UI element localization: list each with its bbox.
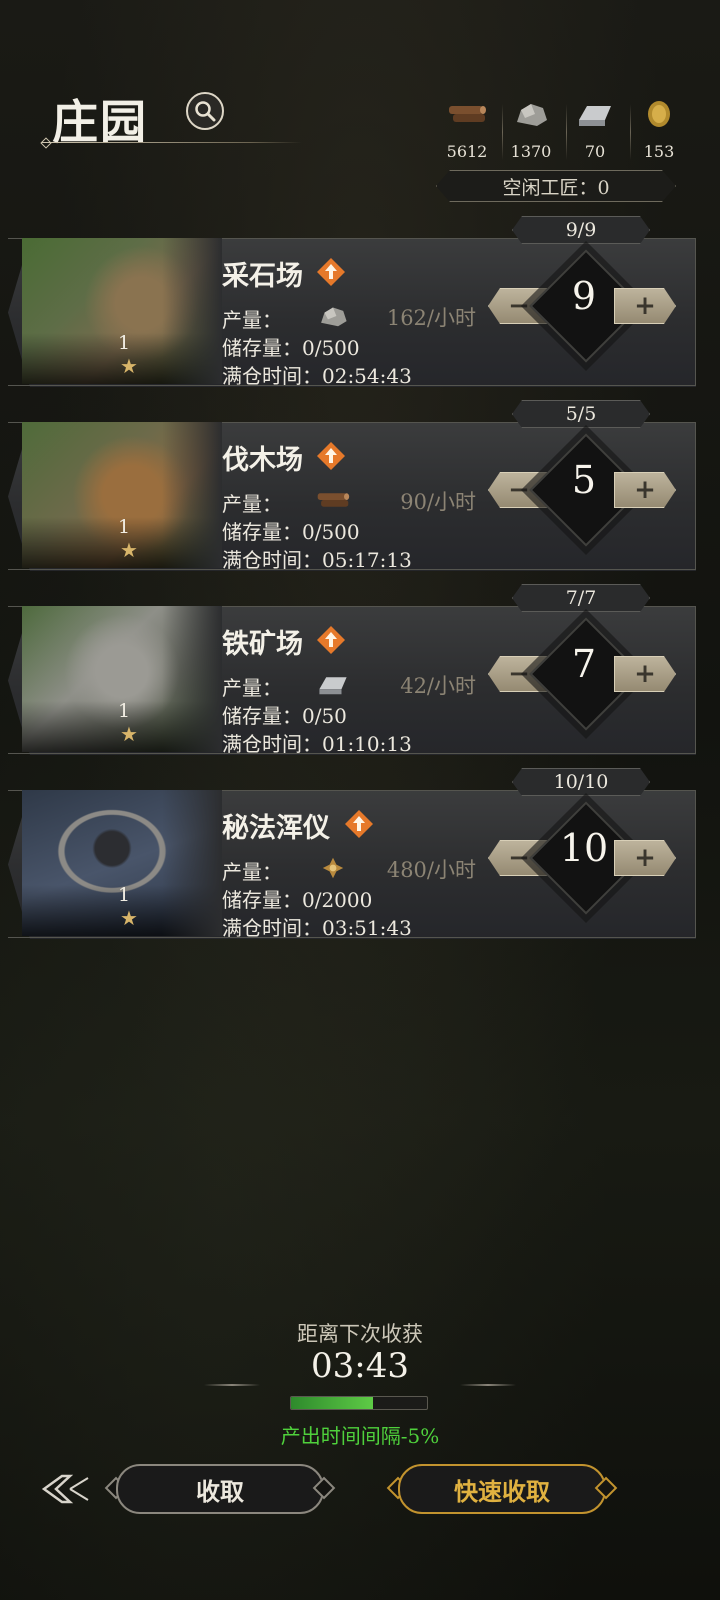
stone-icon bbox=[517, 104, 547, 126]
star-icon: ★ bbox=[120, 906, 138, 930]
plus-icon: + bbox=[634, 843, 656, 873]
arcane-crystal-icon bbox=[322, 857, 344, 879]
title-divider bbox=[42, 142, 302, 143]
full-time-text: 满仓时间：02:54:43 bbox=[222, 364, 412, 388]
building-level: 1 bbox=[118, 700, 131, 722]
production-rate: 480/小时 bbox=[386, 858, 476, 882]
production-rate: 162/小时 bbox=[386, 306, 476, 330]
next-harvest-label: 距离下次收获 bbox=[297, 1322, 423, 1346]
storage-text: 储存量：0/500 bbox=[222, 520, 360, 544]
worker-capacity: 5/5 bbox=[512, 400, 650, 428]
full-time-text: 满仓时间：05:17:13 bbox=[222, 548, 412, 572]
minus-icon: − bbox=[508, 291, 530, 321]
production-rate: 90/小时 bbox=[400, 490, 476, 514]
plus-icon: + bbox=[634, 659, 656, 689]
upgrade-arrow-icon[interactable] bbox=[316, 625, 346, 655]
building-name: 秘法浑仪 bbox=[222, 813, 330, 844]
progress-fill bbox=[291, 1397, 373, 1409]
full-time-text: 满仓时间：03:51:43 bbox=[222, 916, 412, 940]
building-card-quarry[interactable]: 1 ★ 9/9 采石场 产量： 162/小时 储存量：0/500 满仓时间：02… bbox=[0, 214, 720, 404]
harvest-progress-bar bbox=[290, 1396, 428, 1410]
resource-value: 153 bbox=[643, 142, 675, 161]
back-icon[interactable] bbox=[40, 1470, 92, 1508]
plus-icon: + bbox=[634, 291, 656, 321]
increase-workers-button[interactable]: + bbox=[614, 288, 676, 324]
star-icon: ★ bbox=[120, 538, 138, 562]
collect-button[interactable]: 收取 bbox=[116, 1464, 324, 1514]
production-label: 产量： bbox=[222, 492, 282, 516]
iron-icon bbox=[579, 106, 611, 126]
resource-wood[interactable]: 5612 bbox=[434, 100, 500, 161]
building-card-iron-mine[interactable]: 1 ★ 7/7 铁矿场 产量： 42/小时 储存量：0/50 满仓时间：01:1… bbox=[0, 582, 720, 772]
minus-icon: − bbox=[508, 659, 530, 689]
upgrade-arrow-icon[interactable] bbox=[316, 441, 346, 471]
wood-icon bbox=[449, 106, 486, 122]
search-button[interactable] bbox=[186, 92, 224, 130]
worker-capacity: 7/7 bbox=[512, 584, 650, 612]
quick-collect-button[interactable]: 快速收取 bbox=[398, 1464, 606, 1514]
resource-value: 1370 bbox=[510, 142, 552, 161]
ornament-right bbox=[460, 1384, 516, 1386]
worker-capacity: 9/9 bbox=[512, 216, 650, 244]
iron-icon bbox=[319, 677, 347, 695]
full-time-text: 满仓时间：01:10:13 bbox=[222, 732, 412, 756]
building-card-lumber[interactable]: 1 ★ 5/5 伐木场 产量： 90/小时 储存量：0/500 满仓时间：05:… bbox=[0, 398, 720, 588]
building-name: 铁矿场 bbox=[222, 629, 303, 660]
building-level: 1 bbox=[118, 332, 131, 354]
production-label: 产量： bbox=[222, 308, 282, 332]
production-rate: 42/小时 bbox=[400, 674, 476, 698]
resource-value: 70 bbox=[584, 142, 606, 161]
upgrade-arrow-icon[interactable] bbox=[316, 257, 346, 287]
increase-workers-button[interactable]: + bbox=[614, 656, 676, 692]
increase-workers-button[interactable]: + bbox=[614, 840, 676, 876]
plus-icon: + bbox=[634, 475, 656, 505]
search-icon bbox=[195, 101, 216, 122]
minus-icon: − bbox=[508, 843, 530, 873]
star-icon: ★ bbox=[120, 722, 138, 746]
storage-text: 储存量：0/500 bbox=[222, 336, 360, 360]
resource-value: 5612 bbox=[446, 142, 488, 161]
idle-workers-bar: 空闲工匠：0 bbox=[436, 170, 676, 202]
production-interval-text: 产出时间间隔-5% bbox=[280, 1424, 440, 1448]
building-card-arcane-armillary[interactable]: 1 ★ 10/10 秘法浑仪 产量： 480/小时 储存量：0/2000 满仓时… bbox=[0, 766, 720, 956]
building-level: 1 bbox=[118, 516, 131, 538]
building-name: 采石场 bbox=[222, 261, 303, 292]
next-harvest-timer: 03:43 bbox=[311, 1346, 409, 1386]
stone-icon bbox=[321, 307, 347, 327]
storage-text: 储存量：0/2000 bbox=[222, 888, 373, 912]
building-name: 伐木场 bbox=[222, 445, 303, 476]
resource-iron[interactable]: 70 bbox=[562, 100, 628, 161]
resource-gold[interactable]: 153 bbox=[626, 100, 692, 161]
worker-capacity: 10/10 bbox=[512, 768, 650, 796]
wood-icon bbox=[317, 493, 350, 507]
resource-stone[interactable]: 1370 bbox=[498, 100, 564, 161]
star-icon: ★ bbox=[120, 354, 138, 378]
minus-icon: − bbox=[508, 475, 530, 505]
upgrade-arrow-icon[interactable] bbox=[344, 809, 374, 839]
gold-coin-icon bbox=[648, 101, 670, 127]
production-label: 产量： bbox=[222, 860, 282, 884]
storage-text: 储存量：0/50 bbox=[222, 704, 347, 728]
building-level: 1 bbox=[118, 884, 131, 906]
production-label: 产量： bbox=[222, 676, 282, 700]
increase-workers-button[interactable]: + bbox=[614, 472, 676, 508]
